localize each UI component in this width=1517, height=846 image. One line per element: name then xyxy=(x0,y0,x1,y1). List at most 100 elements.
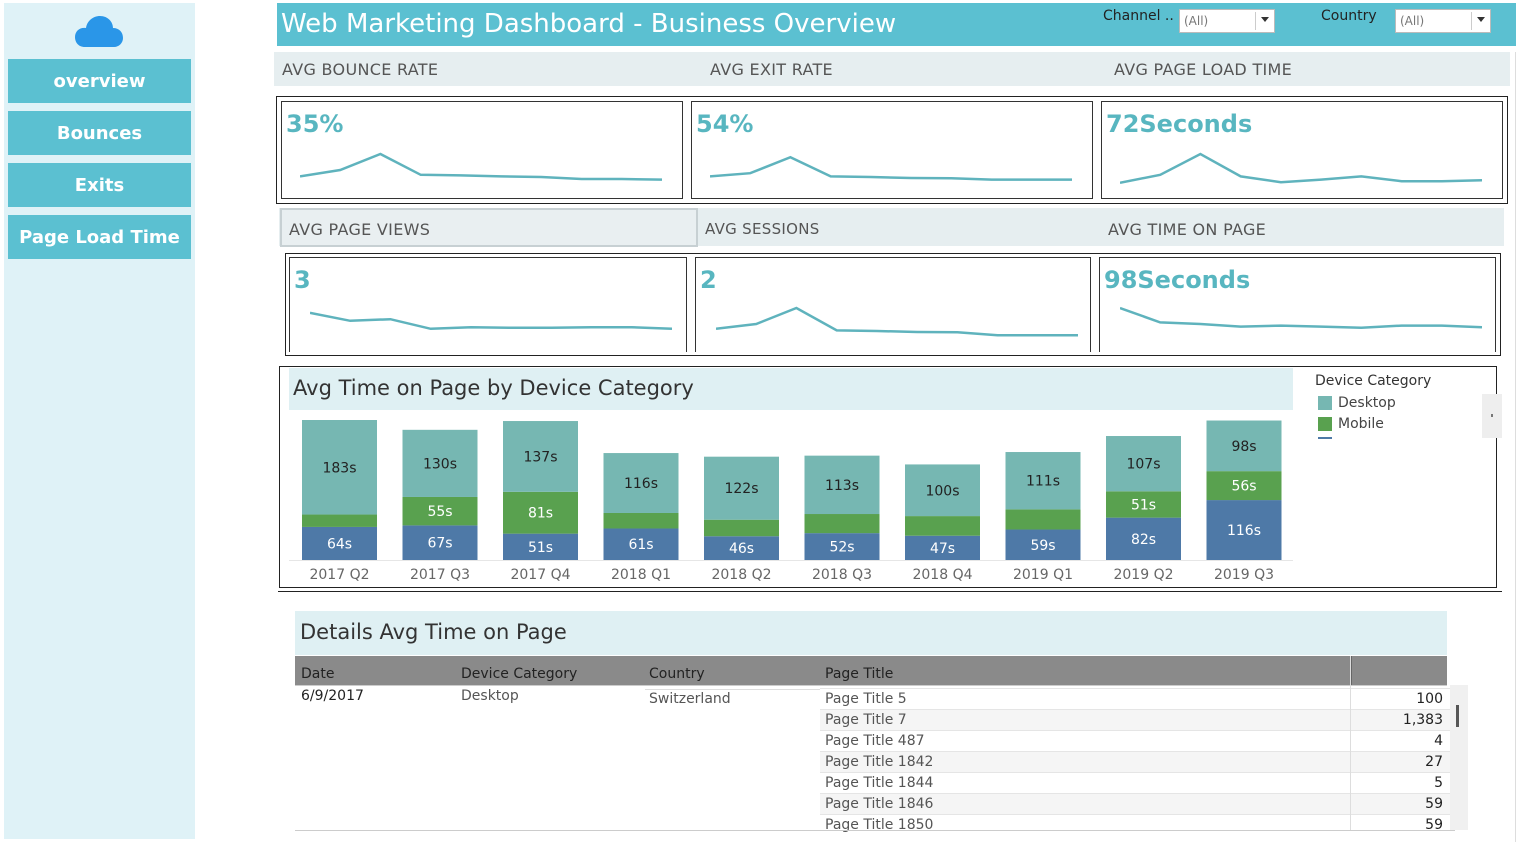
row-divider xyxy=(820,688,1450,689)
cell-value: 100 xyxy=(1416,691,1443,707)
sparkline xyxy=(1120,306,1482,330)
data-label: 61s xyxy=(628,537,653,553)
cell-page-title[interactable]: Page Title 487 xyxy=(825,733,925,749)
details-table-header: Date Device Category Country Page Title xyxy=(295,656,1447,685)
sparkline-path xyxy=(710,155,1072,181)
kpi-label-exit-rate: AVG EXIT RATE xyxy=(710,60,833,79)
bar-segment[interactable] xyxy=(804,514,880,534)
legend-label: Desktop xyxy=(1338,395,1396,411)
data-label: 122s xyxy=(724,481,758,497)
data-label: 116s xyxy=(1227,523,1261,539)
kpi-value: 35% xyxy=(286,110,344,138)
channel-filter-label: Channel .. xyxy=(1103,8,1174,24)
x-tick-label: 2017 Q3 xyxy=(410,567,470,583)
nav-overview-button[interactable]: overview xyxy=(8,59,191,103)
kpi-label-time-on-page: AVG TIME ON PAGE xyxy=(1108,220,1267,239)
country-filter-select[interactable]: (All) xyxy=(1395,9,1491,33)
sparkline-path xyxy=(310,311,672,331)
legend-swatch xyxy=(1318,396,1332,410)
data-label: 59s xyxy=(1030,538,1055,554)
row-divider xyxy=(820,751,1450,752)
sparkline xyxy=(1120,152,1482,185)
kpi-card-page-views[interactable]: 3 xyxy=(289,257,687,352)
cell-device: Desktop xyxy=(461,688,519,704)
kpi-label-page-load-time: AVG PAGE LOAD TIME xyxy=(1114,60,1293,79)
kpi-value: 2 xyxy=(700,266,717,294)
cell-page-title[interactable]: Page Title 1846 xyxy=(825,796,933,812)
bar-chart: 64s 183s 2017 Q2 67s 55s 130s 2017 Q3 51s 81s 137… xyxy=(289,420,1293,583)
column-header-country[interactable]: Country xyxy=(649,666,705,682)
dashboard-header: Web Marketing Dashboard - Business Overv… xyxy=(277,3,1516,46)
cell-value: 4 xyxy=(1434,733,1443,749)
bar-segment[interactable] xyxy=(905,516,980,536)
details-scroll-thumb[interactable] xyxy=(1456,705,1459,727)
cell-page-title[interactable]: Page Title 5 xyxy=(825,691,907,707)
data-label: 82s xyxy=(1131,532,1156,548)
sparkline-path xyxy=(716,306,1078,337)
data-label: 67s xyxy=(427,536,452,552)
kpi-card-time-on-page[interactable]: 98Seconds xyxy=(1099,257,1496,352)
dashboard-title: Web Marketing Dashboard - Business Overv… xyxy=(281,9,897,39)
row-divider xyxy=(820,793,1450,794)
kpi-card-sessions[interactable]: 2 xyxy=(695,257,1091,352)
data-label: 183s xyxy=(322,460,356,476)
chart-title-bar: Avg Time on Page by Device Category xyxy=(289,368,1293,410)
cell-value: 59 xyxy=(1425,796,1443,812)
data-label: 111s xyxy=(1026,474,1060,490)
kpi-label-bounce-rate: AVG BOUNCE RATE xyxy=(282,60,439,79)
column-header-device-category[interactable]: Device Category xyxy=(461,666,577,682)
details-title: Details Avg Time on Page xyxy=(300,620,567,644)
x-tick-label: 2019 Q2 xyxy=(1113,567,1173,583)
bar-segment[interactable] xyxy=(704,519,779,537)
row-divider xyxy=(820,772,1450,773)
country-filter-label: Country xyxy=(1321,8,1377,24)
data-label: 47s xyxy=(930,541,955,557)
row-stripe xyxy=(820,710,1450,731)
cell-country: Switzerland xyxy=(649,691,731,707)
sparkline-path xyxy=(1120,306,1482,330)
cell-page-title[interactable]: Page Title 1844 xyxy=(825,775,933,791)
column-divider xyxy=(1351,656,1352,685)
nav-exits-button[interactable]: Exits xyxy=(8,163,191,207)
sparkline xyxy=(300,152,662,181)
chevron-down-icon xyxy=(1477,17,1485,22)
kpi-card-bounce-rate[interactable]: 35% xyxy=(281,101,683,199)
legend-item-desktop[interactable]: Desktop xyxy=(1318,395,1396,411)
legend-scrollbar[interactable] xyxy=(1482,394,1502,438)
bar-segment[interactable] xyxy=(603,512,679,529)
kpi-value: 72Seconds xyxy=(1106,110,1253,138)
cell-page-title[interactable]: Page Title 7 xyxy=(825,712,907,728)
x-tick-label: 2018 Q3 xyxy=(812,567,872,583)
nav-bounces-button[interactable]: Bounces xyxy=(8,111,191,155)
details-scrollbar[interactable] xyxy=(1450,685,1468,830)
kpi-label-bar-1 xyxy=(274,52,1510,86)
header-divider xyxy=(295,685,1447,686)
kpi-label-sessions: AVG SESSIONS xyxy=(705,220,820,238)
legend-swatch-partial xyxy=(1318,437,1332,439)
chevron-down-icon xyxy=(1261,17,1269,22)
column-header-page-title[interactable]: Page Title xyxy=(825,666,893,682)
cell-value: 5 xyxy=(1434,775,1443,791)
x-tick-label: 2019 Q1 xyxy=(1013,567,1073,583)
cell-page-title[interactable]: Page Title 1842 xyxy=(825,754,933,770)
kpi-card-exit-rate[interactable]: 54% xyxy=(691,101,1093,199)
bar-segment[interactable] xyxy=(1005,509,1081,530)
column-header-date[interactable]: Date xyxy=(301,666,334,682)
row-divider xyxy=(820,709,1450,710)
country-divider xyxy=(645,689,820,690)
nav-page-load-time-button[interactable]: Page Load Time xyxy=(8,215,191,259)
legend-scroll-thumb[interactable] xyxy=(1491,414,1493,417)
kpi-value: 54% xyxy=(696,110,754,138)
kpi-card-page-load-time[interactable]: 72Seconds xyxy=(1101,101,1503,199)
legend-item-mobile[interactable]: Mobile xyxy=(1318,416,1384,432)
right-edge-line xyxy=(1515,52,1516,842)
channel-filter-select[interactable]: (All) xyxy=(1179,9,1275,33)
data-label: 116s xyxy=(624,476,658,492)
data-label: 52s xyxy=(829,540,854,556)
x-tick-label: 2019 Q3 xyxy=(1214,567,1274,583)
cloud-icon xyxy=(75,16,123,47)
data-label: 100s xyxy=(925,483,959,499)
cell-value: 27 xyxy=(1425,754,1443,770)
bar-segment[interactable] xyxy=(302,514,377,527)
x-tick-label: 2018 Q4 xyxy=(912,567,972,583)
